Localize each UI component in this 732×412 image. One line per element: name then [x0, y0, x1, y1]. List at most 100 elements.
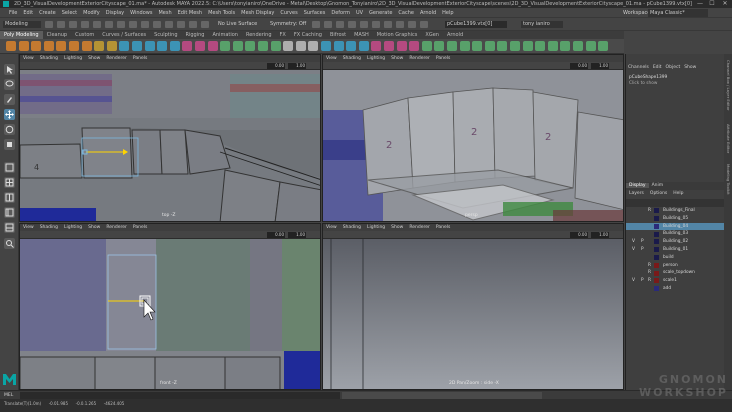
menu-mesh-tools[interactable]: Mesh Tools — [205, 8, 238, 18]
shelf-tab-rigging[interactable]: Rigging — [182, 31, 209, 39]
viewport-side-canvas[interactable]: 2D Pan/Zoom : side -X — [323, 239, 623, 389]
menu-uv[interactable]: UV — [353, 8, 366, 18]
shelf-tool-icon[interactable] — [371, 41, 382, 51]
status-tool-icon[interactable] — [57, 21, 65, 28]
close-button[interactable]: ✕ — [719, 0, 731, 8]
channel-box-hint[interactable]: Click to show — [629, 81, 657, 86]
layer-row[interactable]: V P Building_02 — [626, 238, 725, 246]
shelf-tool-icon[interactable] — [384, 41, 394, 51]
shelf-tab-poly-modeling[interactable]: Poly Modeling — [0, 31, 43, 39]
shelf-tool-icon[interactable] — [169, 41, 180, 51]
shelf-tool-icon[interactable] — [598, 41, 609, 51]
status-tool-icon[interactable] — [384, 21, 392, 28]
side-tab-channel-box[interactable]: Channel Box / Layer Editor — [725, 60, 731, 120]
gamma-field[interactable]: 1.00 — [288, 63, 306, 69]
layer-playback-toggle[interactable]: P — [641, 246, 646, 254]
vp-menu-show[interactable]: Show — [85, 224, 103, 231]
menu-arnold[interactable]: Arnold — [417, 8, 439, 18]
vp-menu-lighting[interactable]: Lighting — [61, 55, 85, 62]
tab-edit[interactable]: Edit — [651, 64, 664, 72]
menu-set-dropdown[interactable]: Modeling — [3, 21, 41, 28]
single-view-layout-icon[interactable] — [4, 162, 15, 173]
vp-menu-show[interactable]: Show — [85, 55, 103, 62]
live-surface-label[interactable]: No Live Surface — [218, 21, 257, 28]
shelf-tool-icon[interactable] — [18, 41, 29, 51]
vp-menu-shading[interactable]: Shading — [37, 55, 61, 62]
vp-menu-panels[interactable]: Panels — [130, 224, 150, 231]
viewport-side[interactable]: View Shading Lighting Show Renderer Panels 0.… — [322, 223, 624, 390]
shelf-tab-cleanup[interactable]: Cleanup — [43, 31, 72, 39]
shelf-tool-icon[interactable] — [106, 41, 117, 51]
shelf-tool-icon[interactable] — [31, 41, 42, 51]
shelf-tool-icon[interactable] — [56, 41, 67, 51]
status-tool-icon[interactable] — [177, 21, 185, 28]
menu-surfaces[interactable]: Surfaces — [301, 8, 329, 18]
menu-help[interactable]: Help — [439, 8, 456, 18]
status-tool-icon[interactable] — [312, 21, 320, 28]
layer-row[interactable]: Rscale_topdown — [626, 269, 725, 277]
vp-menu-lighting[interactable]: Lighting — [364, 55, 388, 62]
side-tab-modeling-toolkit[interactable]: Modeling Toolkit — [725, 164, 731, 204]
vp-menu-lighting[interactable]: Lighting — [364, 224, 388, 231]
status-tool-icon[interactable] — [420, 21, 428, 28]
menu-file[interactable]: File — [6, 8, 20, 18]
minimize-button[interactable]: — — [694, 0, 706, 8]
shelf-tool-icon[interactable] — [484, 41, 495, 51]
layer-row[interactable]: build — [626, 254, 725, 262]
menu-deform[interactable]: Deform — [328, 8, 353, 18]
shelf-tool-icon[interactable] — [459, 41, 470, 51]
vp-menu-shading[interactable]: Shading — [37, 224, 61, 231]
shelf-tool-icon[interactable] — [144, 41, 155, 51]
shelf-tab-arnold[interactable]: Arnold — [443, 31, 467, 39]
layer-color-swatch[interactable] — [654, 216, 659, 222]
viewport-front[interactable]: View Shading Lighting Show Renderer Panels 0.… — [19, 223, 321, 390]
shelf-tab-rendering[interactable]: Rendering — [242, 31, 276, 39]
shelf-tool-icon[interactable] — [157, 41, 168, 51]
shelf-tool-icon[interactable] — [560, 41, 571, 51]
shelf-tool-icon[interactable] — [182, 41, 193, 51]
shelf-tool-icon[interactable] — [421, 41, 432, 51]
shelf-tool-icon[interactable] — [43, 41, 54, 51]
vp-menu-renderer[interactable]: Renderer — [406, 55, 433, 62]
select-icon[interactable] — [4, 64, 15, 75]
gamma-field[interactable]: 1.00 — [591, 63, 609, 69]
layer-color-swatch[interactable] — [654, 223, 659, 229]
shelf-tool-icon[interactable] — [220, 41, 231, 51]
status-tool-icon[interactable] — [93, 21, 101, 28]
graph-layout-icon[interactable] — [4, 222, 15, 233]
exposure-field[interactable]: 0.00 — [267, 232, 285, 238]
four-view-layout-icon[interactable] — [4, 177, 15, 188]
shelf-tab-mash[interactable]: MASH — [350, 31, 373, 39]
shelf-tab-fx[interactable]: FX — [276, 31, 290, 39]
shelf-tab-xgen[interactable]: XGen — [421, 31, 443, 39]
vp-menu-view[interactable]: View — [323, 55, 340, 62]
shelf-tab-fx-caching[interactable]: FX Caching — [290, 31, 326, 39]
status-tool-icon[interactable] — [396, 21, 404, 28]
vp-menu-shading[interactable]: Shading — [340, 55, 364, 62]
vp-menu-panels[interactable]: Panels — [433, 224, 453, 231]
command-input[interactable] — [20, 392, 340, 399]
layer-color-swatch[interactable] — [654, 231, 659, 237]
shelf-tool-icon[interactable] — [447, 41, 457, 51]
status-tool-icon[interactable] — [324, 21, 332, 28]
shelf-tab-bifrost[interactable]: Bifrost — [326, 31, 350, 39]
vp-menu-show[interactable]: Show — [388, 55, 406, 62]
layer-menu-layers[interactable]: Layers — [626, 191, 647, 196]
layer-visibility-toggle[interactable]: V — [632, 246, 637, 254]
viewport-persp-canvas[interactable]: 2 2 2 persp — [323, 70, 623, 221]
layer-row[interactable]: V P Rscale1 — [626, 277, 725, 285]
maximize-button[interactable]: ☐ — [706, 0, 718, 8]
menu-cache[interactable]: Cache — [395, 8, 417, 18]
shelf-tool-icon[interactable] — [258, 41, 268, 51]
vp-menu-panels[interactable]: Panels — [433, 55, 453, 62]
layer-row[interactable]: add — [626, 285, 725, 293]
viewport-front-canvas[interactable]: front -Z — [20, 239, 320, 389]
shelf-tab-curves-surfaces[interactable]: Curves / Surfaces — [98, 31, 150, 39]
layer-reference-toggle[interactable]: R — [648, 269, 653, 277]
status-tool-icon[interactable] — [141, 21, 149, 28]
menu-edit[interactable]: Edit — [20, 8, 36, 18]
shelf-tab-animation[interactable]: Animation — [208, 31, 242, 39]
layer-color-swatch[interactable] — [654, 286, 659, 292]
vp-menu-shading[interactable]: Shading — [340, 224, 364, 231]
vp-menu-renderer[interactable]: Renderer — [406, 224, 433, 231]
